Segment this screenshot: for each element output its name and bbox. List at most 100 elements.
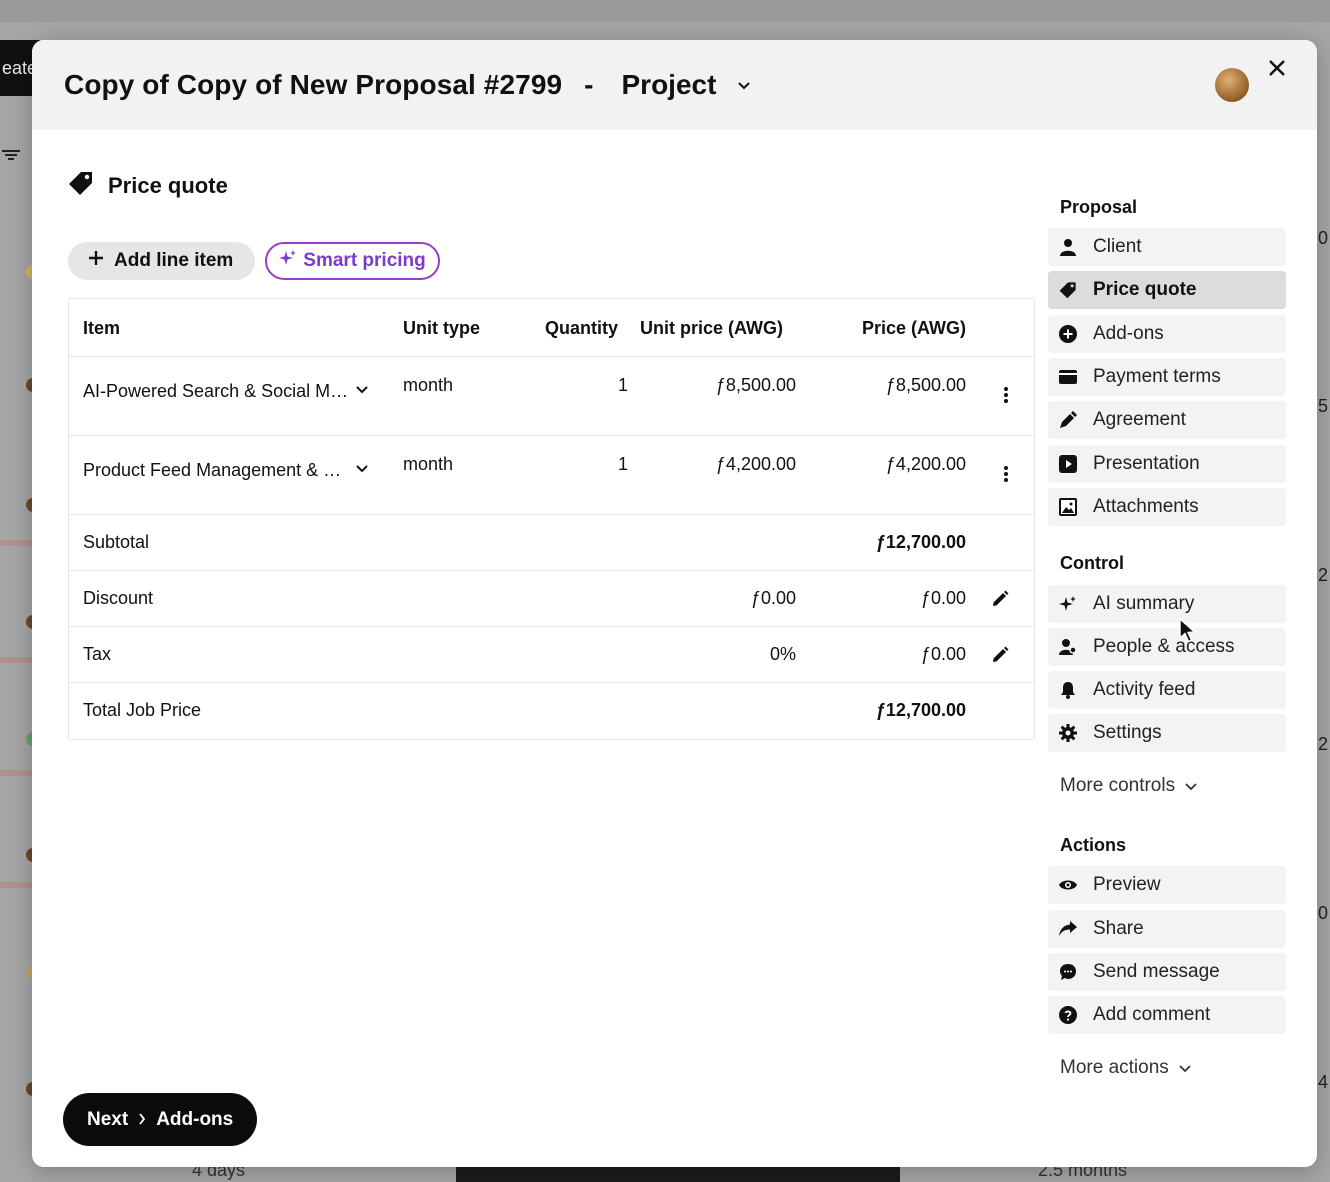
tax-value: ƒ0.00 — [920, 644, 966, 664]
sidebar-item-ai-summary[interactable]: AI summary — [1048, 585, 1286, 623]
chevron-down-icon[interactable] — [355, 460, 375, 480]
background-number: 5 — [1317, 396, 1328, 416]
sidebar-item-presentation[interactable]: Presentation — [1048, 445, 1286, 483]
mouse-pointer-icon — [1178, 617, 1198, 644]
tax-label: Tax — [83, 644, 112, 664]
sidebar-heading-control: Control — [1060, 553, 1124, 573]
column-header-unit-price: Unit price (AWG) — [640, 318, 783, 338]
plus-icon — [88, 250, 104, 272]
chat-icon — [1059, 963, 1077, 981]
add-line-item-button[interactable]: Add line item — [68, 242, 256, 280]
item-name[interactable]: Product Feed Management & Optimization — [83, 460, 351, 481]
avatar[interactable] — [1215, 68, 1249, 102]
sidebar-item-label: Attachments — [1093, 496, 1199, 517]
title-separator: - — [584, 69, 594, 100]
proposal-title[interactable]: Copy of Copy of New Proposal #2799 — [64, 69, 562, 101]
edit-discount-pencil-icon[interactable] — [990, 589, 1012, 611]
unit-price[interactable]: ƒ8,500.00 — [716, 375, 796, 396]
edit-tax-pencil-icon[interactable] — [990, 645, 1012, 667]
card-icon — [1059, 368, 1077, 386]
section-heading: Price quote — [68, 170, 228, 201]
more-options-icon[interactable] — [996, 464, 1016, 484]
bell-icon — [1059, 681, 1077, 699]
sidebar-item-add-comment[interactable]: Add comment — [1048, 996, 1286, 1034]
chevron-right-icon — [138, 1109, 146, 1131]
table-header: Item Unit type Quantity Unit price (AWG)… — [69, 299, 1034, 357]
column-header-unit-type: Unit type — [403, 318, 481, 338]
filter-icon — [2, 148, 20, 162]
chevron-down-icon — [1179, 1057, 1191, 1079]
sidebar-item-label: Payment terms — [1093, 366, 1221, 387]
sidebar-item-send-message[interactable]: Send message — [1048, 953, 1286, 991]
sidebar-item-client[interactable]: Client — [1048, 228, 1286, 266]
discount-label: Discount — [83, 588, 154, 608]
sidebar-item-label: Settings — [1093, 722, 1162, 743]
discount-amount: ƒ0.00 — [750, 588, 796, 608]
tax-rate: 0% — [769, 644, 796, 664]
background-row — [0, 770, 32, 776]
sidebar-item-label: AI summary — [1093, 593, 1195, 614]
more-controls-toggle[interactable]: More controls — [1060, 775, 1197, 797]
sidebar-item-label: Add-ons — [1093, 323, 1164, 344]
section-title: Price quote — [108, 172, 228, 198]
plus-circle-icon — [1059, 325, 1077, 343]
total-value: ƒ12,700.00 — [875, 700, 966, 720]
quantity[interactable]: 1 — [618, 454, 628, 475]
sidebar-heading-proposal: Proposal — [1060, 197, 1138, 217]
unit-price[interactable]: ƒ4,200.00 — [716, 454, 796, 475]
sidebar-item-attachments[interactable]: Attachments — [1048, 488, 1286, 526]
column-header-price: Price (AWG) — [861, 318, 966, 338]
next-add-ons-button[interactable]: Next Add-ons — [63, 1093, 258, 1146]
sidebar-item-activity-feed[interactable]: Activity feed — [1048, 671, 1286, 709]
tax-row: Tax 0% ƒ0.00 — [69, 627, 1034, 683]
people-icon — [1059, 638, 1077, 656]
sidebar-item-agreement[interactable]: Agreement — [1048, 401, 1286, 439]
background-number: 2 — [1317, 565, 1328, 585]
sidebar-item-label: Preview — [1093, 874, 1161, 895]
more-options-icon[interactable] — [996, 385, 1016, 405]
background-number: 0 — [1317, 903, 1328, 923]
background-number: 4 — [1317, 1072, 1328, 1092]
person-icon — [1059, 238, 1077, 256]
more-actions-label: More actions — [1060, 1057, 1169, 1078]
sidebar-item-label: Agreement — [1093, 409, 1186, 430]
item-name[interactable]: AI-Powered Search & Social Media Ads Man… — [83, 381, 351, 402]
gear-icon — [1059, 724, 1077, 742]
background-topbar — [0, 0, 1330, 22]
sidebar-item-add-ons[interactable]: Add-ons — [1048, 315, 1286, 353]
close-icon[interactable] — [1263, 54, 1291, 82]
sidebar-item-settings[interactable]: Settings — [1048, 714, 1286, 752]
chevron-down-icon — [1185, 775, 1197, 797]
background-row — [0, 882, 32, 888]
unit-type[interactable]: month — [403, 454, 453, 475]
sidebar-heading-actions: Actions — [1060, 835, 1127, 855]
proposal-modal: Copy of Copy of New Proposal #2799 - Pro… — [32, 40, 1317, 1167]
quantity[interactable]: 1 — [618, 375, 628, 396]
more-actions-toggle[interactable]: More actions — [1060, 1057, 1191, 1079]
unit-type[interactable]: month — [403, 375, 453, 396]
sidebar-item-label: Presentation — [1093, 453, 1200, 474]
column-header-quantity: Quantity — [545, 318, 619, 338]
sidebar-item-people-access[interactable]: People & access — [1048, 628, 1286, 666]
project-chevron-down-icon[interactable] — [730, 71, 758, 99]
chevron-down-icon[interactable] — [355, 381, 375, 401]
sparkle-icon — [1059, 595, 1077, 613]
sidebar-item-price-quote[interactable]: Price quote — [1048, 271, 1286, 309]
line-item-actions: Add line item Smart pricing — [68, 242, 440, 280]
play-icon — [1059, 455, 1077, 473]
sidebar-item-label: Client — [1093, 236, 1142, 257]
total-label: Total Job Price — [83, 700, 202, 720]
sidebar-item-share[interactable]: Share — [1048, 910, 1286, 948]
table-row: AI-Powered Search & Social Media Ads Man… — [69, 357, 1034, 436]
smart-pricing-button[interactable]: Smart pricing — [265, 242, 440, 280]
background-row — [0, 540, 32, 546]
column-header-item: Item — [83, 318, 121, 338]
background-row — [0, 657, 32, 663]
sparkle-icon — [279, 249, 297, 273]
discount-value: ƒ0.00 — [920, 588, 966, 608]
sidebar-item-payment-terms[interactable]: Payment terms — [1048, 358, 1286, 396]
sidebar-item-preview[interactable]: Preview — [1048, 866, 1286, 904]
sidebar-item-label: Add comment — [1093, 1004, 1211, 1025]
more-controls-label: More controls — [1060, 775, 1176, 796]
project-label[interactable]: Project — [622, 69, 717, 101]
